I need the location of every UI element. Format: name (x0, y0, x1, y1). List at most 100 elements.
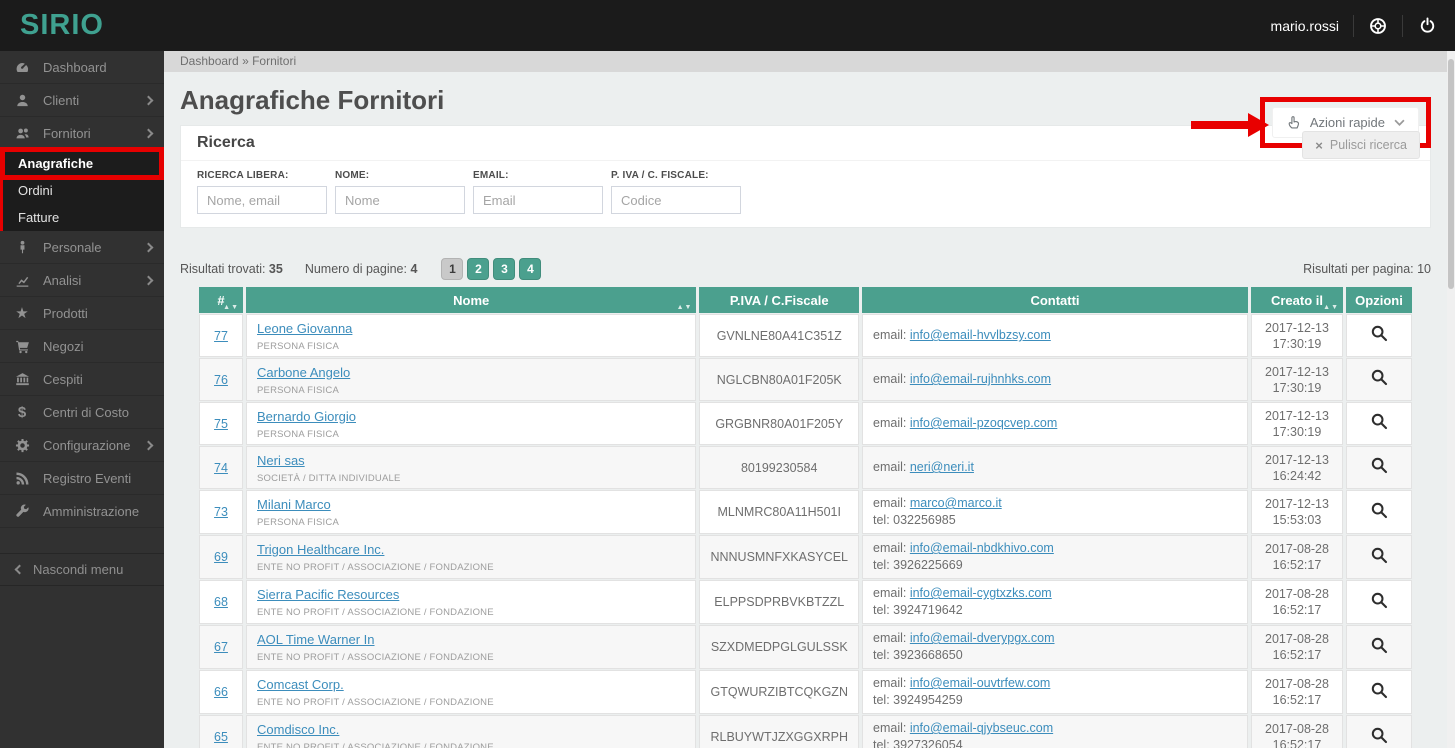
gear-icon (14, 437, 30, 453)
supplier-name-link[interactable]: Milani Marco (257, 497, 331, 512)
rss-icon (14, 470, 30, 486)
supplier-name-link[interactable]: Comcast Corp. (257, 677, 344, 692)
row-id-link[interactable]: 66 (214, 685, 228, 699)
sort-icons[interactable]: ▲▼ (223, 304, 239, 311)
search-input-piva-cfiscale[interactable] (611, 186, 741, 214)
page-button-3[interactable]: 3 (493, 258, 516, 280)
contact-email: email: info@email-rujhnhks.com (873, 371, 1237, 388)
supplier-name-link[interactable]: Neri sas (257, 453, 305, 468)
supplier-name-link[interactable]: Leone Giovanna (257, 321, 352, 336)
row-id-link[interactable]: 69 (214, 550, 228, 564)
sidebar-item-label: Dashboard (43, 59, 107, 75)
magnifier-icon[interactable] (1370, 591, 1388, 609)
chevron-right-icon (143, 128, 154, 138)
column-header-[interactable]: # ▲▼ (199, 287, 243, 313)
magnifier-icon[interactable] (1370, 681, 1388, 699)
scrollbar[interactable] (1447, 51, 1455, 748)
row-id-link[interactable]: 77 (214, 329, 228, 343)
magnifier-icon[interactable] (1370, 546, 1388, 564)
cell-id: 66 (199, 670, 243, 714)
row-id-link[interactable]: 75 (214, 417, 228, 431)
email-link[interactable]: info@email-rujhnhks.com (910, 372, 1051, 386)
sidebar-item-dashboard[interactable]: Dashboard (0, 51, 164, 84)
sidebar-item-registro-eventi[interactable]: Registro Eventi (0, 462, 164, 495)
email-link[interactable]: info@email-nbdkhivo.com (910, 541, 1054, 555)
sidebar-item-label: Anagrafiche (18, 156, 94, 171)
row-id-link[interactable]: 65 (214, 730, 228, 744)
row-id-link[interactable]: 73 (214, 505, 228, 519)
page-button-1[interactable]: 1 (441, 258, 464, 280)
magnifier-icon[interactable] (1370, 636, 1388, 654)
breadcrumb-dashboard[interactable]: Dashboard (180, 54, 239, 68)
created-date: 2017-08-28 (1265, 542, 1329, 556)
sidebar-item-label: Prodotti (43, 305, 88, 321)
email-link[interactable]: info@email-hvvlbzsy.com (910, 328, 1051, 342)
row-id-link[interactable]: 68 (214, 595, 228, 609)
supplier-name-link[interactable]: Sierra Pacific Resources (257, 587, 399, 602)
cell-name: Carbone Angelo PERSONA FISICA (246, 358, 697, 401)
username[interactable]: mario.rossi (1271, 18, 1339, 34)
email-link[interactable]: info@email-qjybseuc.com (910, 721, 1053, 735)
sidebar-item-configurazione[interactable]: Configurazione (0, 429, 164, 462)
sort-icons[interactable]: ▲▼ (677, 304, 693, 311)
row-id-link[interactable]: 76 (214, 373, 228, 387)
email-link[interactable]: marco@marco.it (910, 496, 1002, 510)
sort-icons[interactable]: ▲▼ (1323, 304, 1339, 311)
sidebar-item-clienti[interactable]: Clienti (0, 84, 164, 117)
supplier-name-link[interactable]: Comdisco Inc. (257, 722, 339, 737)
column-header-creatoil[interactable]: Creato il ▲▼ (1251, 287, 1343, 313)
cell-created: 2017-08-28 16:52:17 (1251, 715, 1343, 748)
magnifier-icon[interactable] (1370, 501, 1388, 519)
email-link[interactable]: neri@neri.it (910, 460, 974, 474)
magnifier-icon[interactable] (1370, 726, 1388, 744)
breadcrumb-fornitori: Fornitori (252, 54, 297, 68)
sidebar-item-ordini[interactable]: Ordini (3, 177, 164, 204)
row-id-link[interactable]: 74 (214, 461, 228, 475)
search-input-nome[interactable] (335, 186, 465, 214)
cell-created: 2017-08-28 16:52:17 (1251, 580, 1343, 624)
sidebar-item-personale[interactable]: Personale (0, 231, 164, 264)
chevron-left-icon (14, 564, 25, 575)
supplier-type: ENTE NO PROFIT / ASSOCIAZIONE / FONDAZIO… (257, 697, 494, 708)
magnifier-icon[interactable] (1370, 456, 1388, 474)
search-input-email[interactable] (473, 186, 603, 214)
magnifier-icon[interactable] (1370, 412, 1388, 430)
sidebar-item-fornitori[interactable]: Fornitori (0, 117, 164, 150)
sidebar-item-anagrafiche[interactable]: Anagrafiche (3, 150, 164, 177)
sidebar-item-centri-di-costo[interactable]: $ Centri di Costo (0, 396, 164, 429)
cell-id: 77 (199, 314, 243, 357)
sidebar-item-fatture[interactable]: Fatture (3, 204, 164, 231)
contact-email: email: info@email-qjybseuc.com (873, 720, 1237, 737)
page-button-4[interactable]: 4 (519, 258, 542, 280)
table-row: 73 Milani Marco PERSONA FISICA MLNMRC80A11H… (199, 490, 1412, 534)
search-input-ricerca-libera[interactable] (197, 186, 327, 214)
clear-search-button[interactable]: × Pulisci ricerca (1302, 131, 1420, 159)
magnifier-icon[interactable] (1370, 368, 1388, 386)
sidebar-item-label: Fornitori (43, 125, 91, 141)
email-link[interactable]: info@email-pzoqcvep.com (910, 416, 1057, 430)
supplier-name-link[interactable]: AOL Time Warner In (257, 632, 375, 647)
email-link[interactable]: info@email-dverypgx.com (910, 631, 1055, 645)
email-label: email: (873, 676, 910, 690)
email-link[interactable]: info@email-ouvtrfew.com (910, 676, 1051, 690)
collapse-menu-button[interactable]: Nascondi menu (0, 553, 164, 586)
life-ring-icon[interactable] (1368, 16, 1388, 36)
sidebar-item-negozi[interactable]: Negozi (0, 330, 164, 363)
wrench-icon (14, 503, 30, 519)
column-header-nome[interactable]: Nome ▲▼ (246, 287, 697, 313)
supplier-name-link[interactable]: Carbone Angelo (257, 365, 350, 380)
sidebar-item-amministrazione[interactable]: Amministrazione (0, 495, 164, 528)
supplier-name-link[interactable]: Trigon Healthcare Inc. (257, 542, 384, 557)
magnifier-icon[interactable] (1370, 324, 1388, 342)
supplier-name-link[interactable]: Bernardo Giorgio (257, 409, 356, 424)
row-id-link[interactable]: 67 (214, 640, 228, 654)
scrollbar-thumb[interactable] (1448, 59, 1454, 289)
cell-id: 76 (199, 358, 243, 401)
power-icon[interactable] (1417, 16, 1437, 36)
sidebar-item-analisi[interactable]: Analisi (0, 264, 164, 297)
sidebar-item-label: Fatture (18, 210, 60, 225)
sidebar-item-cespiti[interactable]: Cespiti (0, 363, 164, 396)
page-button-2[interactable]: 2 (467, 258, 490, 280)
sidebar-item-prodotti[interactable]: ★ Prodotti (0, 297, 164, 330)
email-link[interactable]: info@email-cygtxzks.com (910, 586, 1052, 600)
